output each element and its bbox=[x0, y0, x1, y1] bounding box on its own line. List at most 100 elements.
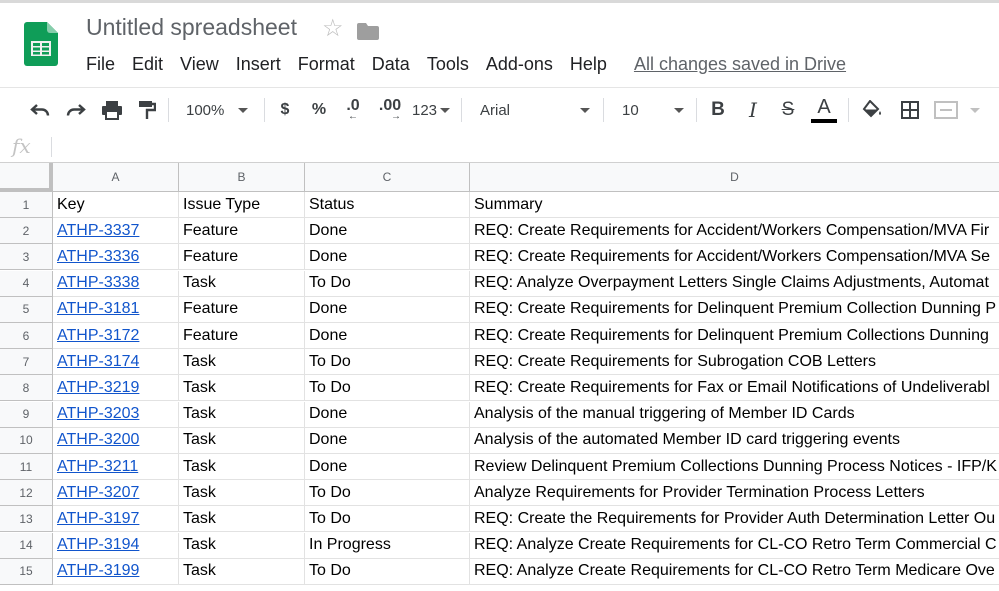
text-color-button[interactable]: A bbox=[811, 88, 837, 132]
print-button[interactable] bbox=[98, 88, 126, 132]
undo-button[interactable] bbox=[26, 88, 54, 132]
menu-file[interactable]: File bbox=[86, 54, 115, 75]
menu-data[interactable]: Data bbox=[372, 54, 410, 75]
row-header[interactable]: 9 bbox=[0, 401, 53, 428]
cell-status[interactable]: Status bbox=[305, 192, 470, 218]
row-header[interactable]: 6 bbox=[0, 323, 53, 349]
cell-summary[interactable]: REQ: Analyze Overpayment Letters Single … bbox=[470, 271, 999, 297]
row-header[interactable]: 5 bbox=[0, 296, 53, 323]
save-status-link[interactable]: All changes saved in Drive bbox=[634, 54, 846, 75]
cell-issue-type[interactable]: Task bbox=[179, 270, 305, 297]
issue-key-link[interactable]: ATHP-3203 bbox=[53, 401, 179, 428]
cell-summary[interactable]: Analyze Requirements for Provider Termin… bbox=[470, 480, 999, 507]
cell-summary[interactable]: Summary bbox=[470, 192, 999, 218]
column-header-a[interactable]: A bbox=[53, 163, 179, 192]
row-header[interactable]: 4 bbox=[0, 270, 53, 297]
cell-status[interactable]: To Do bbox=[305, 480, 470, 507]
redo-button[interactable] bbox=[62, 88, 90, 132]
issue-key-link[interactable]: ATHP-3172 bbox=[53, 323, 179, 349]
row-header[interactable]: 3 bbox=[0, 244, 53, 271]
font-size-select[interactable]: 10 bbox=[622, 88, 686, 132]
row-header[interactable]: 12 bbox=[0, 480, 53, 507]
issue-key-link[interactable]: ATHP-3174 bbox=[53, 349, 179, 376]
cell-summary[interactable]: REQ: Create Requirements for Fax or Emai… bbox=[470, 375, 999, 402]
issue-key-link[interactable]: ATHP-3194 bbox=[53, 532, 179, 559]
menu-insert[interactable]: Insert bbox=[236, 54, 281, 75]
cell-status[interactable]: Done bbox=[305, 323, 470, 349]
borders-button[interactable] bbox=[898, 88, 922, 132]
issue-key-link[interactable]: ATHP-3219 bbox=[53, 375, 179, 402]
row-header[interactable]: 11 bbox=[0, 454, 53, 480]
italic-button[interactable]: I bbox=[743, 88, 763, 132]
cell-issue-type[interactable]: Task bbox=[179, 349, 305, 376]
cell-issue-type[interactable]: Task bbox=[179, 401, 305, 428]
font-family-select[interactable]: Arial bbox=[480, 88, 592, 132]
issue-key-link[interactable]: ATHP-3211 bbox=[53, 454, 179, 480]
cell-issue-type[interactable]: Task bbox=[179, 375, 305, 402]
cell-status[interactable]: To Do bbox=[305, 375, 470, 402]
cell-summary[interactable]: REQ: Create Requirements for Accident/Wo… bbox=[470, 218, 999, 245]
cell-key[interactable]: Key bbox=[53, 192, 179, 218]
row-header[interactable]: 8 bbox=[0, 375, 53, 402]
cell-issue-type[interactable]: Feature bbox=[179, 323, 305, 349]
menu-format[interactable]: Format bbox=[298, 54, 355, 75]
cell-summary[interactable]: Review Delinquent Premium Collections Du… bbox=[470, 454, 999, 480]
menu-help[interactable]: Help bbox=[570, 54, 607, 75]
cell-status[interactable]: Done bbox=[305, 244, 470, 271]
cell-summary[interactable]: REQ: Create Requirements for Subrogation… bbox=[470, 349, 999, 376]
cell-issue-type[interactable]: Task bbox=[179, 427, 305, 454]
cell-issue-type[interactable]: Feature bbox=[179, 296, 305, 323]
cell-issue-type[interactable]: Task bbox=[179, 480, 305, 507]
paint-format-button[interactable] bbox=[134, 88, 160, 132]
cell-status[interactable]: To Do bbox=[305, 349, 470, 376]
row-header[interactable]: 2 bbox=[0, 218, 53, 245]
formula-input[interactable] bbox=[58, 132, 988, 162]
issue-key-link[interactable]: ATHP-3181 bbox=[53, 296, 179, 323]
cell-issue-type[interactable]: Feature bbox=[179, 218, 305, 245]
column-header-d[interactable]: D bbox=[470, 163, 999, 192]
issue-key-link[interactable]: ATHP-3199 bbox=[53, 558, 179, 585]
zoom-select[interactable]: 100% bbox=[186, 88, 256, 132]
cell-issue-type[interactable]: Issue Type bbox=[179, 192, 305, 218]
row-header[interactable]: 13 bbox=[0, 506, 53, 533]
cell-status[interactable]: Done bbox=[305, 454, 470, 480]
bold-button[interactable]: B bbox=[708, 88, 728, 132]
strikethrough-button[interactable]: S bbox=[778, 88, 798, 132]
cell-status[interactable]: To Do bbox=[305, 270, 470, 297]
cell-status[interactable]: Done bbox=[305, 401, 470, 428]
cell-status[interactable]: To Do bbox=[305, 506, 470, 533]
cell-summary[interactable]: REQ: Create Requirements for Delinquent … bbox=[470, 323, 999, 349]
menu-edit[interactable]: Edit bbox=[132, 54, 163, 75]
folder-icon[interactable] bbox=[357, 21, 379, 41]
cell-summary[interactable]: REQ: Create Requirements for Delinquent … bbox=[470, 297, 999, 323]
cell-summary[interactable]: REQ: Analyze Create Requirements for CL-… bbox=[470, 559, 999, 585]
cell-status[interactable]: Done bbox=[305, 296, 470, 323]
menu-addons[interactable]: Add-ons bbox=[486, 54, 553, 75]
issue-key-link[interactable]: ATHP-3336 bbox=[53, 244, 179, 271]
cell-summary[interactable]: REQ: Create the Requirements for Provide… bbox=[470, 506, 999, 533]
more-formats-select[interactable]: 123 bbox=[410, 88, 452, 132]
document-title[interactable]: Untitled spreadsheet bbox=[86, 14, 297, 41]
column-header-b[interactable]: B bbox=[179, 163, 305, 192]
issue-key-link[interactable]: ATHP-3207 bbox=[53, 480, 179, 507]
increase-decimal-button[interactable]: .00 → bbox=[374, 88, 406, 132]
sheets-logo-icon[interactable] bbox=[24, 22, 58, 66]
cell-summary[interactable]: REQ: Analyze Create Requirements for CL-… bbox=[470, 533, 999, 559]
issue-key-link[interactable]: ATHP-3200 bbox=[53, 427, 179, 454]
row-header[interactable]: 14 bbox=[0, 532, 53, 559]
decrease-decimal-button[interactable]: .0 ← bbox=[340, 88, 366, 132]
cell-status[interactable]: Done bbox=[305, 218, 470, 245]
select-all-corner[interactable] bbox=[0, 163, 53, 192]
merge-cells-button[interactable] bbox=[934, 88, 984, 132]
cell-status[interactable]: In Progress bbox=[305, 532, 470, 559]
cell-issue-type[interactable]: Task bbox=[179, 454, 305, 480]
cell-issue-type[interactable]: Task bbox=[179, 506, 305, 533]
issue-key-link[interactable]: ATHP-3337 bbox=[53, 218, 179, 245]
column-header-c[interactable]: C bbox=[305, 163, 470, 192]
menu-tools[interactable]: Tools bbox=[427, 54, 469, 75]
issue-key-link[interactable]: ATHP-3338 bbox=[53, 270, 179, 297]
cell-summary[interactable]: Analysis of the automated Member ID card… bbox=[470, 428, 999, 454]
row-header[interactable]: 15 bbox=[0, 558, 53, 585]
cell-summary[interactable]: Analysis of the manual triggering of Mem… bbox=[470, 402, 999, 428]
cell-issue-type[interactable]: Feature bbox=[179, 244, 305, 271]
